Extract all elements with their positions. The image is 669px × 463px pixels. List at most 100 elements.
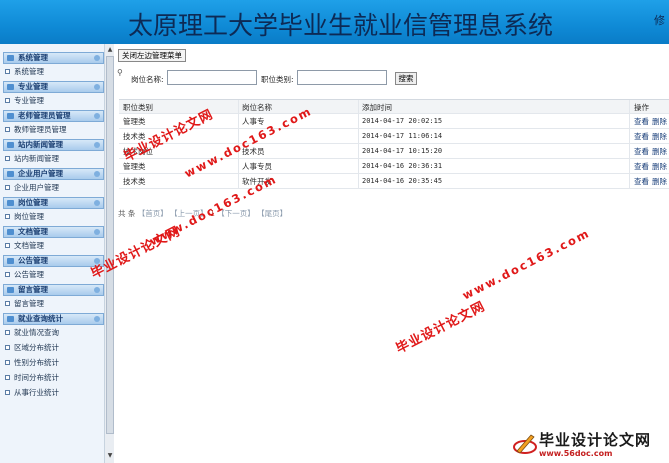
actions-cell: 查看 删除	[634, 144, 669, 159]
column-divider	[629, 114, 630, 129]
sidebar-item-label: 公告管理	[14, 270, 44, 279]
scroll-up-icon[interactable]: ▲	[106, 46, 114, 54]
sidebar-item-label: 留言管理	[14, 299, 44, 308]
job-type-input[interactable]	[297, 70, 387, 85]
expand-icon[interactable]	[94, 316, 100, 322]
column-divider	[358, 159, 359, 174]
sidebar-item[interactable]: 从事行业统计	[3, 385, 104, 400]
sidebar-item-label: 区域分布统计	[14, 343, 59, 352]
sidebar-item[interactable]: 站内新闻管理	[3, 151, 104, 166]
folder-icon	[7, 171, 14, 177]
expand-icon[interactable]	[94, 229, 100, 235]
pager-prefix: 共	[118, 209, 126, 218]
expand-icon[interactable]	[94, 287, 100, 293]
column-divider	[629, 159, 630, 174]
list-icon	[5, 390, 10, 395]
search-button[interactable]: 搜索	[395, 72, 417, 85]
pager-first[interactable]: 【首页】	[138, 209, 168, 218]
sidebar-group-label: 企业用户管理	[18, 169, 63, 178]
sidebar-group-label: 公告管理	[18, 256, 48, 265]
pager-count: 条	[127, 209, 136, 218]
delete-link[interactable]: 删除	[652, 132, 667, 141]
table-row: 技术类 2014-04-17 11:06:14 查看 删除	[119, 129, 669, 144]
sidebar-item-label: 企业用户管理	[14, 183, 59, 192]
sidebar-group-header[interactable]: 就业查询统计	[3, 313, 104, 325]
column-divider	[238, 174, 239, 189]
column-divider	[358, 114, 359, 129]
sidebar-group-header[interactable]: 文档管理	[3, 226, 104, 238]
column-divider	[629, 129, 630, 144]
app-title: 太原理工大学毕业生就业信管理息系统	[128, 11, 554, 40]
sidebar-group-header[interactable]: 站内新闻管理	[3, 139, 104, 151]
folder-icon	[7, 55, 14, 61]
column-header[interactable]: 添加时间	[362, 100, 627, 115]
sidebar-group-label: 岗位管理	[18, 198, 48, 207]
sidebar-group-label: 专业管理	[18, 82, 48, 91]
sidebar-item[interactable]: 性别分布统计	[3, 355, 104, 370]
column-divider	[358, 144, 359, 159]
view-link[interactable]: 查看	[634, 132, 649, 141]
logo-text: 毕业设计论文网	[539, 431, 652, 449]
job-name-label: 岗位名称:	[131, 75, 164, 84]
view-link[interactable]: 查看	[634, 177, 649, 186]
scroll-down-icon[interactable]: ▼	[106, 452, 114, 460]
expand-icon[interactable]	[94, 142, 100, 148]
sidebar-item[interactable]: 文档管理	[3, 238, 104, 253]
column-header: 操作	[634, 103, 649, 112]
delete-link[interactable]: 删除	[652, 147, 667, 156]
toggle-menu-button[interactable]: 关闭左边管理菜单	[118, 49, 186, 62]
view-link[interactable]: 查看	[634, 162, 649, 171]
sidebar-item[interactable]: 专业管理	[3, 93, 104, 108]
added-time-cell: 2014-04-17 20:02:15	[362, 117, 443, 125]
expand-icon[interactable]	[94, 200, 100, 206]
sidebar-menu: 系统管理 系统管理 专业管理 专业管理 老师管理员管理 教师管理员管理 站内新闻管理 站内新闻…	[3, 50, 104, 400]
sidebar-item[interactable]: 就业情况查询	[3, 325, 104, 340]
delete-link[interactable]: 删除	[652, 162, 667, 171]
header-corner-text[interactable]: 修	[654, 12, 665, 28]
expand-icon[interactable]	[94, 113, 100, 119]
sidebar-item[interactable]: 时间分布统计	[3, 370, 104, 385]
list-icon	[5, 301, 10, 306]
delete-link[interactable]: 删除	[652, 177, 667, 186]
column-divider	[238, 100, 239, 115]
header-bar: 太原理工大学毕业生就业信管理息系统 修	[0, 0, 669, 44]
job-category-cell: 技术类	[123, 177, 146, 186]
folder-icon	[7, 316, 14, 322]
view-link[interactable]: 查看	[634, 147, 649, 156]
sidebar-item[interactable]: 区域分布统计	[3, 340, 104, 355]
list-icon	[5, 360, 10, 365]
sidebar-group-header[interactable]: 老师管理员管理	[3, 110, 104, 122]
sidebar: 系统管理 系统管理 专业管理 专业管理 老师管理员管理 教师管理员管理 站内新闻管理 站内新闻…	[0, 44, 114, 463]
list-icon	[5, 272, 10, 277]
sidebar-group-header[interactable]: 企业用户管理	[3, 168, 104, 180]
sidebar-group-header[interactable]: 系统管理	[3, 52, 104, 64]
sidebar-group-header[interactable]: 留言管理	[3, 284, 104, 296]
expand-icon[interactable]	[94, 55, 100, 61]
added-time-cell: 2014-04-16 20:35:45	[362, 177, 443, 185]
pager-last[interactable]: 【尾页】	[257, 209, 287, 218]
sidebar-item[interactable]: 岗位管理	[3, 209, 104, 224]
scrollbar-thumb[interactable]	[106, 56, 114, 434]
sidebar-item-label: 时间分布统计	[14, 373, 59, 382]
sidebar-item[interactable]: 留言管理	[3, 296, 104, 311]
folder-icon	[7, 142, 14, 148]
list-icon	[5, 185, 10, 190]
actions-cell: 查看 删除	[634, 159, 669, 174]
sidebar-item-label: 性别分布统计	[14, 358, 59, 367]
column-header[interactable]: 职位类别	[123, 100, 238, 115]
sidebar-item[interactable]: 教师管理员管理	[3, 122, 104, 137]
job-name-input[interactable]	[167, 70, 257, 85]
sidebar-item-label: 专业管理	[14, 96, 44, 105]
view-link[interactable]: 查看	[634, 117, 649, 126]
sidebar-item[interactable]: 企业用户管理	[3, 180, 104, 195]
sidebar-group-header[interactable]: 岗位管理	[3, 197, 104, 209]
expand-icon[interactable]	[94, 171, 100, 177]
sidebar-group-label: 老师管理员管理	[18, 111, 71, 120]
sidebar-group-header[interactable]: 专业管理	[3, 81, 104, 93]
folder-icon	[7, 287, 14, 293]
delete-link[interactable]: 删除	[652, 117, 667, 126]
expand-icon[interactable]	[94, 84, 100, 90]
column-divider	[238, 159, 239, 174]
sidebar-item[interactable]: 系统管理	[3, 64, 104, 79]
list-icon	[5, 98, 10, 103]
